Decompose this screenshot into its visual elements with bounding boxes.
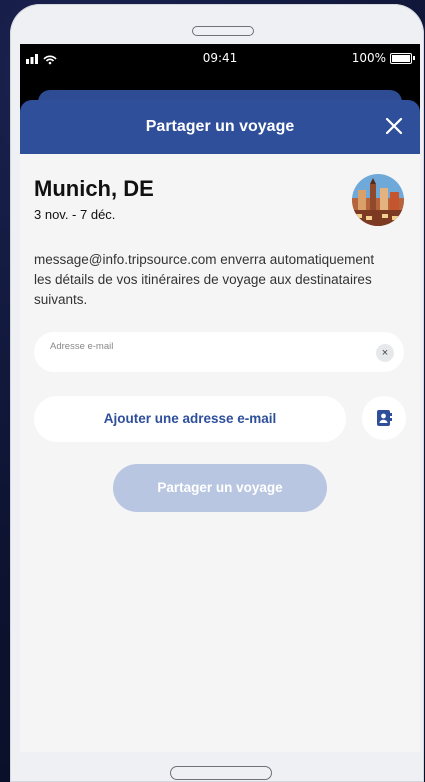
- battery-icon: [390, 53, 412, 64]
- sharing-description: message@info.tripsource.com enverra auto…: [34, 252, 375, 307]
- clear-icon[interactable]: ×: [376, 344, 394, 362]
- speaker-slot: [192, 26, 254, 36]
- contacts-button[interactable]: [362, 396, 406, 440]
- contacts-book-icon: [377, 410, 392, 426]
- email-field[interactable]: Adresse e-mail ×: [34, 332, 404, 372]
- modal-title: Partager un voyage: [145, 118, 295, 135]
- battery-percent: 100%: [351, 51, 386, 65]
- munich-photo-icon: [352, 174, 404, 226]
- close-icon[interactable]: [382, 114, 406, 138]
- modal-header: Partager un voyage: [20, 100, 420, 154]
- trip-destination: Munich, DE: [34, 176, 154, 201]
- add-email-button[interactable]: Ajouter une adresse e-mail: [34, 396, 346, 442]
- home-indicator: [170, 766, 272, 780]
- email-field-label: Adresse e-mail: [50, 341, 114, 352]
- status-bar: 09:41 100%: [20, 44, 420, 72]
- app-screen: 09:41 100% Partager un voyage Munich, DE…: [20, 44, 420, 752]
- trip-dates: 3 nov. - 7 déc.: [34, 207, 116, 222]
- battery-cap: [413, 56, 415, 60]
- share-trip-button[interactable]: Partager un voyage: [113, 464, 327, 512]
